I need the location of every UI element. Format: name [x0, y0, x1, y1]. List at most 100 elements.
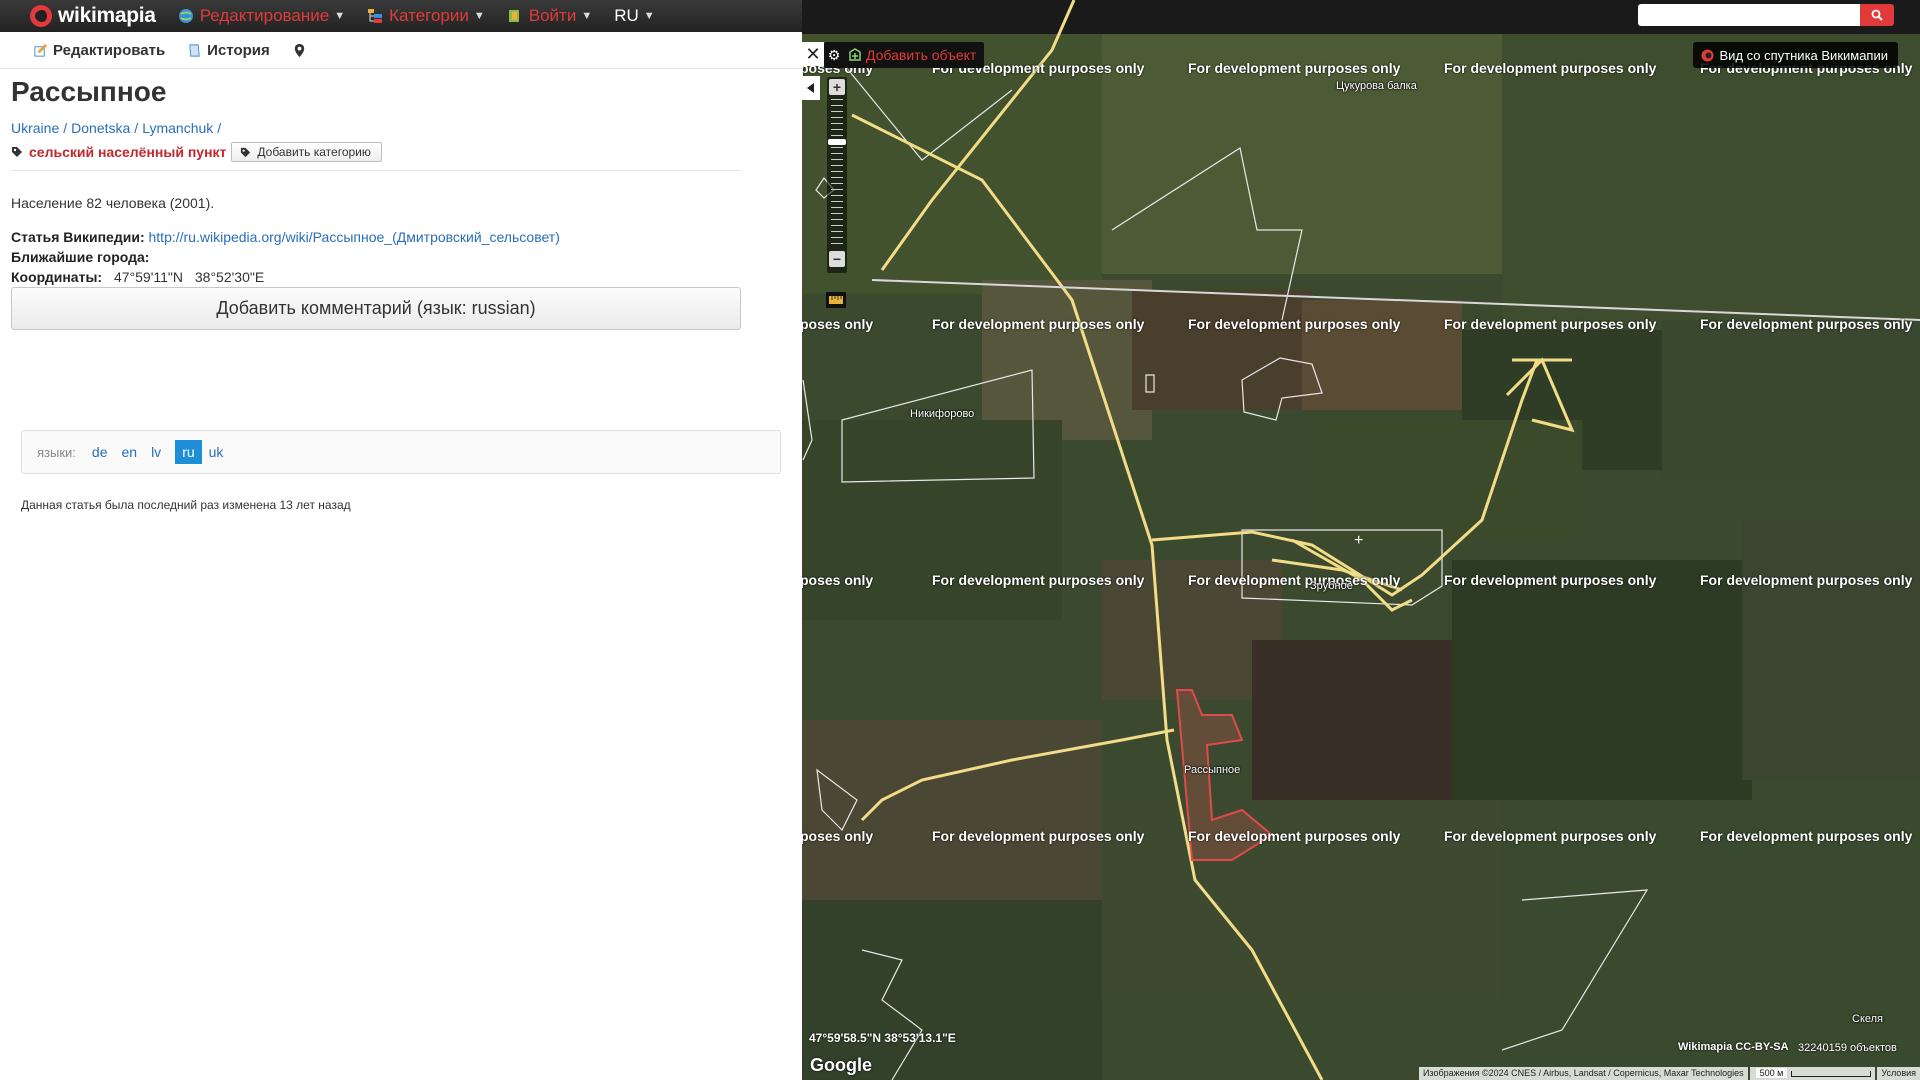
- login-door-icon: [508, 10, 519, 22]
- map-place-label[interactable]: Скеля: [1852, 1013, 1883, 1025]
- language-selector[interactable]: RU ▼: [614, 6, 654, 26]
- map-place-label[interactable]: Рассыпное: [1184, 764, 1240, 776]
- nearby-cities-row: Ближайшие города:: [11, 247, 791, 267]
- map-place-label[interactable]: Цукурова балка: [1336, 80, 1417, 92]
- menu-categories[interactable]: Категории ▼: [367, 6, 485, 26]
- map-watermark: For development purposes only: [932, 316, 1145, 332]
- satellite-view-toggle[interactable]: Вид со спутника Викимапии: [1692, 42, 1898, 68]
- edit-button[interactable]: Редактировать: [33, 42, 165, 59]
- language-selector-label: RU: [614, 6, 639, 25]
- add-object-button[interactable]: Добавить объект: [844, 47, 984, 63]
- map-watermark: For development purposes only: [1188, 60, 1401, 76]
- map-watermark: For development purposes only: [1188, 828, 1401, 844]
- map-search-button[interactable]: [1860, 4, 1894, 26]
- map-view[interactable]: poses only For development purposes only…: [802, 0, 1920, 1080]
- map-watermark: For development purposes only: [1700, 828, 1913, 844]
- breadcrumb-separator: /: [134, 120, 139, 136]
- ruler-tool-button[interactable]: [826, 292, 846, 308]
- map-watermark: For development purposes only: [1188, 316, 1401, 332]
- article-toolbar: Редактировать История: [0, 32, 802, 69]
- nearby-cities-label: Ближайшие города:: [11, 249, 150, 265]
- languages-bar: языки: de en lv ru uk: [21, 430, 781, 474]
- license-text[interactable]: Wikimapia CC-BY-SA: [1678, 1041, 1789, 1053]
- history-button-label: История: [207, 41, 270, 59]
- chevron-down-icon: ▼: [581, 10, 593, 22]
- menu-edit-label: Редактирование: [199, 6, 330, 25]
- add-comment-button[interactable]: Добавить комментарий (язык: russian): [11, 287, 741, 330]
- scale-bar: 500 м: [1749, 1067, 1876, 1080]
- tag-icon: [241, 147, 251, 157]
- coordinates-latitude: 47°59'11"N: [113, 269, 183, 285]
- add-category-label: Добавить категорию: [257, 145, 371, 159]
- map-watermark: For development purposes only: [1188, 572, 1401, 588]
- wikimapia-logo-icon: [1701, 49, 1714, 61]
- map-pin-icon: [294, 43, 304, 57]
- map-toolbar: ⚙ Добавить объект: [824, 42, 985, 68]
- map-place-label[interactable]: Зрубное: [1310, 580, 1353, 592]
- zoom-in-button[interactable]: +: [829, 79, 845, 95]
- map-watermark: For development purposes only: [1444, 60, 1657, 76]
- wikimapia-logo[interactable]: wikimapia: [30, 4, 156, 28]
- chevron-down-icon: ▼: [473, 10, 485, 22]
- menu-login[interactable]: Войти ▼: [507, 6, 592, 26]
- scale-label: 500 м: [1755, 1068, 1788, 1078]
- map-watermark: For development purposes only: [1700, 316, 1913, 332]
- chevron-down-icon: ▼: [334, 10, 346, 22]
- cursor-coordinates: 47°59'58.5"N 38°53'13.1"E: [809, 1031, 956, 1045]
- object-count: 32240159 объектов: [1798, 1042, 1897, 1054]
- collapse-panel-button[interactable]: [802, 76, 820, 100]
- map-watermark: For development purposes only: [1444, 828, 1657, 844]
- language-link-ru[interactable]: ru: [175, 440, 202, 464]
- breadcrumb-item-lymanchuk[interactable]: Lymanchuk: [142, 120, 213, 136]
- zoom-slider-handle[interactable]: [828, 139, 846, 145]
- zoom-out-button[interactable]: −: [829, 251, 845, 267]
- crosshair-icon: +: [1354, 532, 1364, 549]
- description-text: Население 82 человека (2001).: [11, 195, 215, 211]
- map-search-input[interactable]: [1638, 4, 1860, 26]
- history-button[interactable]: История: [187, 42, 270, 59]
- add-object-label: Добавить объект: [866, 47, 977, 63]
- map-watermark: For development purposes only: [1700, 572, 1913, 588]
- chevron-down-icon: ▼: [643, 10, 655, 22]
- imagery-attribution: Изображения ©2024 CNES / Airbus, Landsat…: [1418, 1067, 1748, 1080]
- wikipedia-link[interactable]: http://ru.wikipedia.org/wiki/Рассыпное_(…: [149, 229, 560, 245]
- chevron-left-icon: [807, 83, 814, 93]
- top-navigation-bar: wikimapia Редактирование ▼ Категории ▼ В…: [0, 0, 802, 32]
- map-watermark: For development purposes only: [932, 572, 1145, 588]
- category-row: сельский населённый пункт Добавить катег…: [11, 142, 741, 171]
- tag-icon: [12, 147, 22, 157]
- breadcrumb-item-ukraine[interactable]: Ukraine: [11, 120, 59, 136]
- breadcrumb-item-donetska[interactable]: Donetska: [71, 120, 130, 136]
- pencil-icon: [34, 43, 48, 57]
- scale-line: [1791, 1070, 1872, 1077]
- search-icon: [1871, 9, 1883, 21]
- locate-on-map-button[interactable]: [292, 43, 312, 58]
- add-object-icon: [849, 48, 861, 61]
- satellite-view-label: Вид со спутника Викимапии: [1719, 47, 1888, 63]
- language-link-en[interactable]: en: [121, 444, 137, 460]
- article-panel: Рассыпное Ukraine / Donetska / Lymanchuk / се…: [11, 72, 791, 330]
- add-category-button[interactable]: Добавить категорию: [231, 142, 382, 162]
- logo-text: wikimapia: [58, 4, 156, 27]
- menu-categories-label: Категории: [389, 6, 469, 25]
- map-place-label[interactable]: Никифорово: [910, 408, 974, 420]
- zoom-slider-track[interactable]: [831, 99, 843, 247]
- language-link-uk[interactable]: uk: [209, 444, 224, 460]
- globe-icon: [178, 9, 193, 23]
- coordinates-row: Координаты: 47°59'11"N 38°52'30"E: [11, 267, 791, 287]
- edit-button-label: Редактировать: [53, 41, 166, 59]
- ruler-icon: [829, 296, 843, 304]
- language-link-lv[interactable]: lv: [151, 444, 161, 460]
- map-watermark: For development purposes only: [1444, 316, 1657, 332]
- close-panel-button[interactable]: ✕: [802, 42, 824, 66]
- menu-edit[interactable]: Редактирование ▼: [178, 6, 345, 26]
- breadcrumb: Ukraine / Donetska / Lymanchuk /: [11, 120, 791, 136]
- terms-link[interactable]: Условия: [1877, 1067, 1920, 1080]
- coordinates-label: Координаты:: [11, 269, 103, 285]
- gear-icon[interactable]: ⚙: [824, 43, 844, 67]
- language-link-de[interactable]: de: [92, 444, 108, 460]
- category-link[interactable]: сельский населённый пункт: [29, 144, 226, 160]
- breadcrumb-separator: /: [217, 120, 222, 136]
- history-icon: [189, 43, 200, 57]
- categories-tree-icon: [368, 9, 383, 23]
